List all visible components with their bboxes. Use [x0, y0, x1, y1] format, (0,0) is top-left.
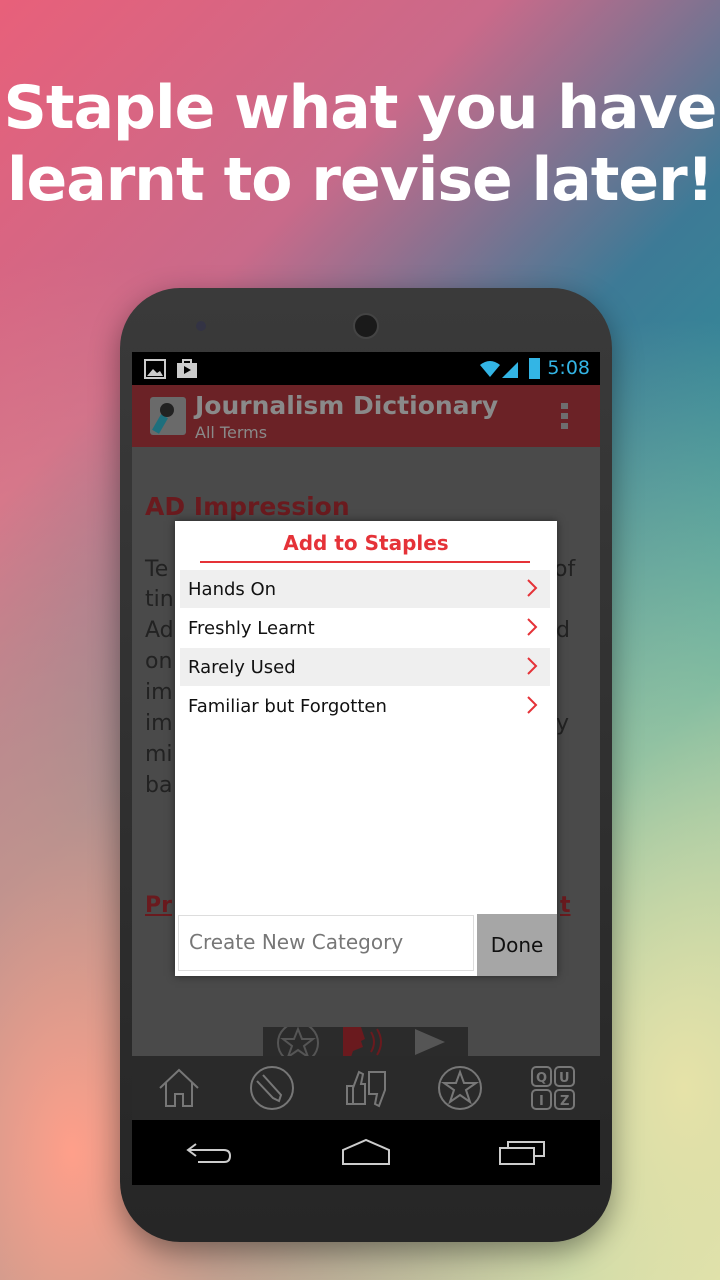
- svg-text:I: I: [539, 1094, 544, 1109]
- term-title: AD Impression: [145, 492, 350, 521]
- definition-text: im: [145, 680, 173, 705]
- headline-line-1: Staple what you have: [3, 73, 718, 143]
- svg-text:Q: Q: [536, 1071, 547, 1086]
- category-label: Rarely Used: [188, 656, 296, 678]
- definition-text: im: [145, 711, 173, 736]
- definition-text: y: [556, 711, 570, 736]
- category-label: Hands On: [188, 578, 277, 600]
- overflow-menu-icon[interactable]: [561, 403, 568, 429]
- category-item[interactable]: Freshly Learnt: [180, 609, 550, 647]
- wifi-signal-icon: [480, 361, 518, 378]
- action-bar: Journalism Dictionary All Terms: [132, 385, 600, 447]
- headline: Staple what you have learnt to revise lat…: [0, 72, 720, 216]
- app-title: Journalism Dictionary: [195, 391, 499, 420]
- category-label: Freshly Learnt: [188, 617, 315, 639]
- add-to-staples-dialog: Add to Staples Hands On Freshly Learnt R…: [175, 521, 557, 976]
- camera-icon: [353, 313, 379, 339]
- category-item[interactable]: Rarely Used: [180, 648, 550, 686]
- image-icon: [144, 359, 166, 379]
- done-button[interactable]: Done: [477, 914, 557, 976]
- back-icon[interactable]: [185, 1138, 234, 1168]
- system-nav-bar: [132, 1120, 600, 1185]
- definition-text: Ad: [145, 618, 174, 643]
- chevron-right-icon: [527, 657, 538, 675]
- new-category-input[interactable]: Create New Category: [178, 915, 474, 971]
- definition-text: tin: [145, 587, 174, 612]
- bottom-tab-bar: QUI Z: [132, 1056, 600, 1120]
- quiz-icon[interactable]: Q UI Z: [530, 1065, 576, 1111]
- store-icon: [177, 359, 197, 378]
- chevron-right-icon: [527, 579, 538, 597]
- chevron-right-icon: [527, 696, 538, 714]
- next-link[interactable]: t: [560, 893, 571, 918]
- battery-icon: [529, 358, 540, 379]
- definition-text: on: [145, 649, 173, 674]
- definition-text: Te: [145, 557, 169, 582]
- clock: 5:08: [547, 357, 590, 379]
- app-subtitle: All Terms: [195, 423, 268, 442]
- definition-text: mi: [145, 742, 173, 767]
- headline-line-2: learnt to revise later!: [6, 145, 714, 215]
- svg-text:U: U: [559, 1071, 570, 1086]
- status-bar: 5:08: [132, 352, 600, 385]
- pen-icon[interactable]: [249, 1065, 295, 1111]
- prev-link[interactable]: Pr: [145, 893, 172, 918]
- definition-text: of: [554, 557, 576, 582]
- definition-text: d: [556, 618, 570, 643]
- svg-text:Z: Z: [560, 1094, 569, 1109]
- dialog-title: Add to Staples: [283, 531, 449, 555]
- category-item[interactable]: Hands On: [180, 570, 550, 608]
- title-divider: [200, 561, 530, 563]
- category-label: Familiar but Forgotten: [188, 695, 387, 717]
- home-nav-icon[interactable]: [341, 1138, 391, 1168]
- definition-text: ba: [145, 773, 173, 798]
- chevron-right-icon: [527, 618, 538, 636]
- home-icon[interactable]: [156, 1066, 202, 1110]
- thumbs-icon[interactable]: [343, 1068, 389, 1108]
- recents-icon[interactable]: [498, 1138, 546, 1168]
- sensor-icon: [196, 321, 206, 331]
- category-item[interactable]: Familiar but Forgotten: [180, 687, 550, 725]
- app-logo-icon: [150, 397, 186, 435]
- star-icon[interactable]: [437, 1065, 483, 1111]
